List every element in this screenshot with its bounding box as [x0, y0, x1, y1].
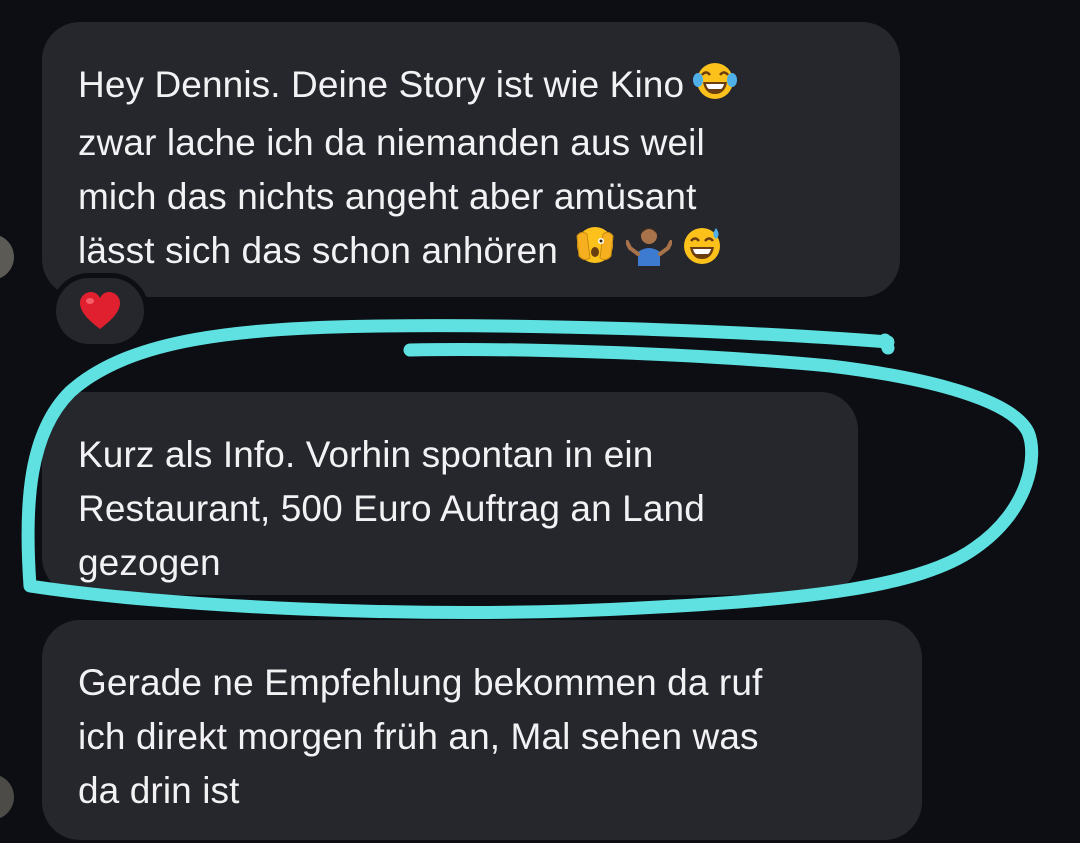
message-bubble[interactable]: Hey Dennis. Deine Story ist wie Kino zwa…: [42, 22, 900, 297]
sender-avatar[interactable]: [0, 774, 14, 820]
message-line: Gerade ne Empfehlung bekommen da ruf: [78, 662, 763, 703]
message-line: zwar lache ich da niemanden aus weil: [78, 121, 705, 163]
highlighted-message-bubble[interactable]: Kurz als Info. Vorhin spontan in ein Res…: [42, 392, 858, 595]
person-shrugging-icon: [624, 224, 673, 281]
chat-screenshot: Hey Dennis. Deine Story ist wie Kino zwa…: [0, 0, 1080, 843]
message-line: gezogen: [78, 542, 221, 583]
message-line: mich das nichts angeht aber amüsant: [78, 175, 697, 217]
face-with-hand-over-eyes-icon: [572, 224, 618, 281]
message-line: Kurz als Info. Vorhin spontan in ein: [78, 434, 654, 475]
message-line: ich direkt morgen früh an, Mal sehen was: [78, 716, 759, 757]
message-line: da drin ist: [78, 770, 240, 811]
message-line: Restaurant, 500 Euro Auftrag an Land: [78, 488, 705, 529]
message-bubble[interactable]: Gerade ne Empfehlung bekommen da ruf ich…: [42, 620, 922, 840]
message-line: Hey Dennis. Deine Story ist wie Kino: [78, 58, 864, 116]
grinning-face-with-sweat-icon: [680, 224, 724, 281]
message-line: lässt sich das schon anhören: [78, 224, 864, 282]
sender-avatar[interactable]: [0, 234, 14, 280]
heart-reaction-badge[interactable]: [56, 278, 144, 344]
red-heart-icon: [80, 292, 120, 329]
face-with-tears-of-joy-icon: [692, 59, 738, 116]
